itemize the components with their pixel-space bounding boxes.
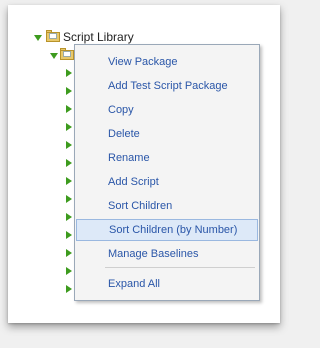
menu-item-view-package[interactable]: View Package — [76, 51, 258, 73]
menu-item-add-test-script-package[interactable]: Add Test Script Package — [76, 75, 258, 97]
collapsed-triangle-icon[interactable] — [66, 105, 72, 113]
menu-item-manage-baselines[interactable]: Manage Baselines — [76, 243, 258, 265]
folder-icon — [60, 48, 74, 60]
menu-item-delete[interactable]: Delete — [76, 123, 258, 145]
context-menu: View Package Add Test Script Package Cop… — [74, 44, 260, 301]
menu-item-rename[interactable]: Rename — [76, 147, 258, 169]
collapsed-triangle-icon[interactable] — [66, 123, 72, 131]
collapsed-triangle-icon[interactable] — [66, 213, 72, 221]
menu-item-copy[interactable]: Copy — [76, 99, 258, 121]
collapsed-triangle-icon[interactable] — [66, 141, 72, 149]
collapsed-triangle-icon[interactable] — [66, 159, 72, 167]
collapsed-triangle-icon[interactable] — [66, 195, 72, 203]
expanded-triangle-icon[interactable] — [34, 35, 42, 41]
tree-node-script-library[interactable]: Script Library — [63, 30, 134, 44]
menu-separator — [105, 267, 255, 268]
expanded-triangle-icon[interactable] — [50, 53, 58, 59]
folder-icon — [46, 30, 60, 42]
collapsed-triangle-icon[interactable] — [66, 285, 72, 293]
collapsed-triangle-icon[interactable] — [66, 87, 72, 95]
collapsed-triangle-icon[interactable] — [66, 69, 72, 77]
menu-item-expand-all[interactable]: Expand All — [76, 273, 258, 295]
collapsed-triangle-icon[interactable] — [66, 177, 72, 185]
menu-item-add-script[interactable]: Add Script — [76, 171, 258, 193]
collapsed-triangle-icon[interactable] — [66, 231, 72, 239]
collapsed-triangle-icon[interactable] — [66, 249, 72, 257]
menu-item-sort-children-by-number[interactable]: Sort Children (by Number) — [76, 219, 258, 241]
menu-item-sort-children[interactable]: Sort Children — [76, 195, 258, 217]
collapsed-triangle-icon[interactable] — [66, 267, 72, 275]
